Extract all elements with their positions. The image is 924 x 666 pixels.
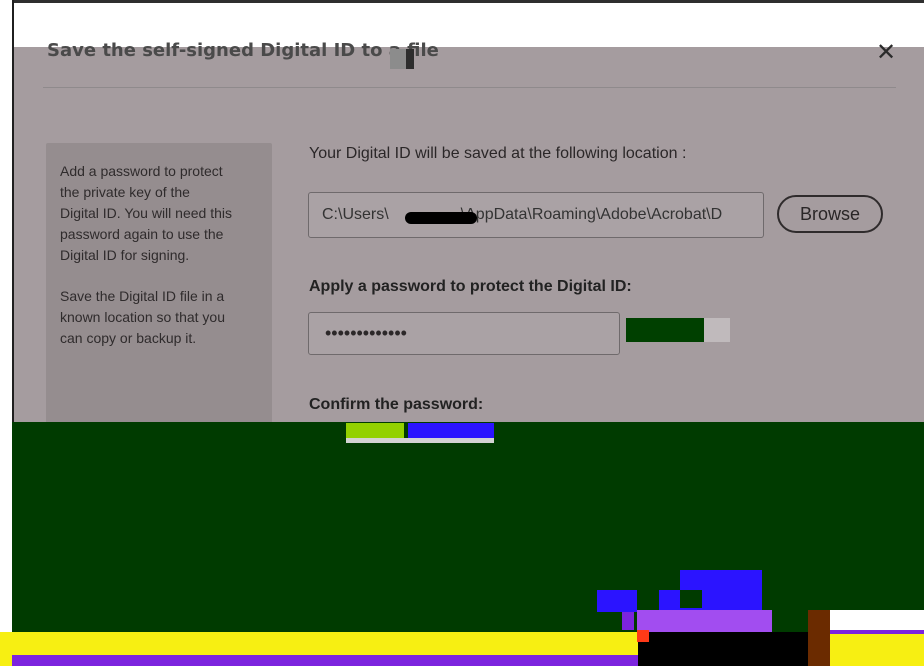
confirm-password-label: Confirm the password:	[309, 396, 484, 413]
info-panel: Add a password to protect the private ke…	[46, 143, 272, 423]
render-glitch-violet-block	[637, 610, 772, 632]
location-label: Your Digital ID will be saved at the fol…	[309, 145, 687, 162]
path-prefix: C:\Users\	[322, 206, 389, 223]
render-glitch-green-small	[680, 590, 702, 608]
render-glitch-green-block	[12, 422, 924, 632]
render-glitch-purple-square	[622, 612, 634, 630]
render-glitch-red-square	[637, 630, 649, 642]
render-glitch-purple-line	[830, 630, 924, 634]
digital-id-dialog-screenshot: Save the self-signed Digital ID to a fil…	[0, 0, 924, 666]
digital-id-path-field[interactable]: C:\Users\ \AppData\Roaming\Adobe\Acrobat\…	[308, 192, 764, 238]
path-suffix: \AppData\Roaming\Adobe\Acrobat\D	[460, 206, 723, 223]
render-glitch-blue-small-left	[597, 590, 637, 612]
close-icon[interactable]: ✕	[876, 40, 896, 64]
save-digital-id-dialog: Save the self-signed Digital ID to a fil…	[14, 3, 924, 423]
render-glitch-gray-strip	[346, 438, 494, 443]
browse-button[interactable]: Browse	[777, 195, 883, 233]
password-strength-meter	[626, 318, 730, 342]
info-paragraph-location: Save the Digital ID file in a known loca…	[60, 288, 225, 346]
render-glitch-black-band	[638, 632, 828, 666]
title-glitch-dark	[406, 49, 414, 69]
render-glitch-brown-column	[808, 610, 830, 666]
apply-password-label: Apply a password to protect the Digital …	[309, 278, 632, 295]
info-paragraph-password: Add a password to protect the private ke…	[60, 163, 232, 263]
render-glitch-purple-band	[12, 655, 638, 666]
digital-id-path-text: C:\Users\ \AppData\Roaming\Adobe\Acrobat\…	[322, 206, 722, 224]
password-input[interactable]: •••••••••••••	[308, 312, 620, 355]
password-strength-fill	[626, 318, 704, 342]
path-redaction-mark	[405, 212, 477, 224]
title-divider	[43, 87, 896, 88]
dialog-title: Save the self-signed Digital ID to a fil…	[47, 40, 439, 61]
password-masked-value: •••••••••••••	[325, 323, 407, 343]
